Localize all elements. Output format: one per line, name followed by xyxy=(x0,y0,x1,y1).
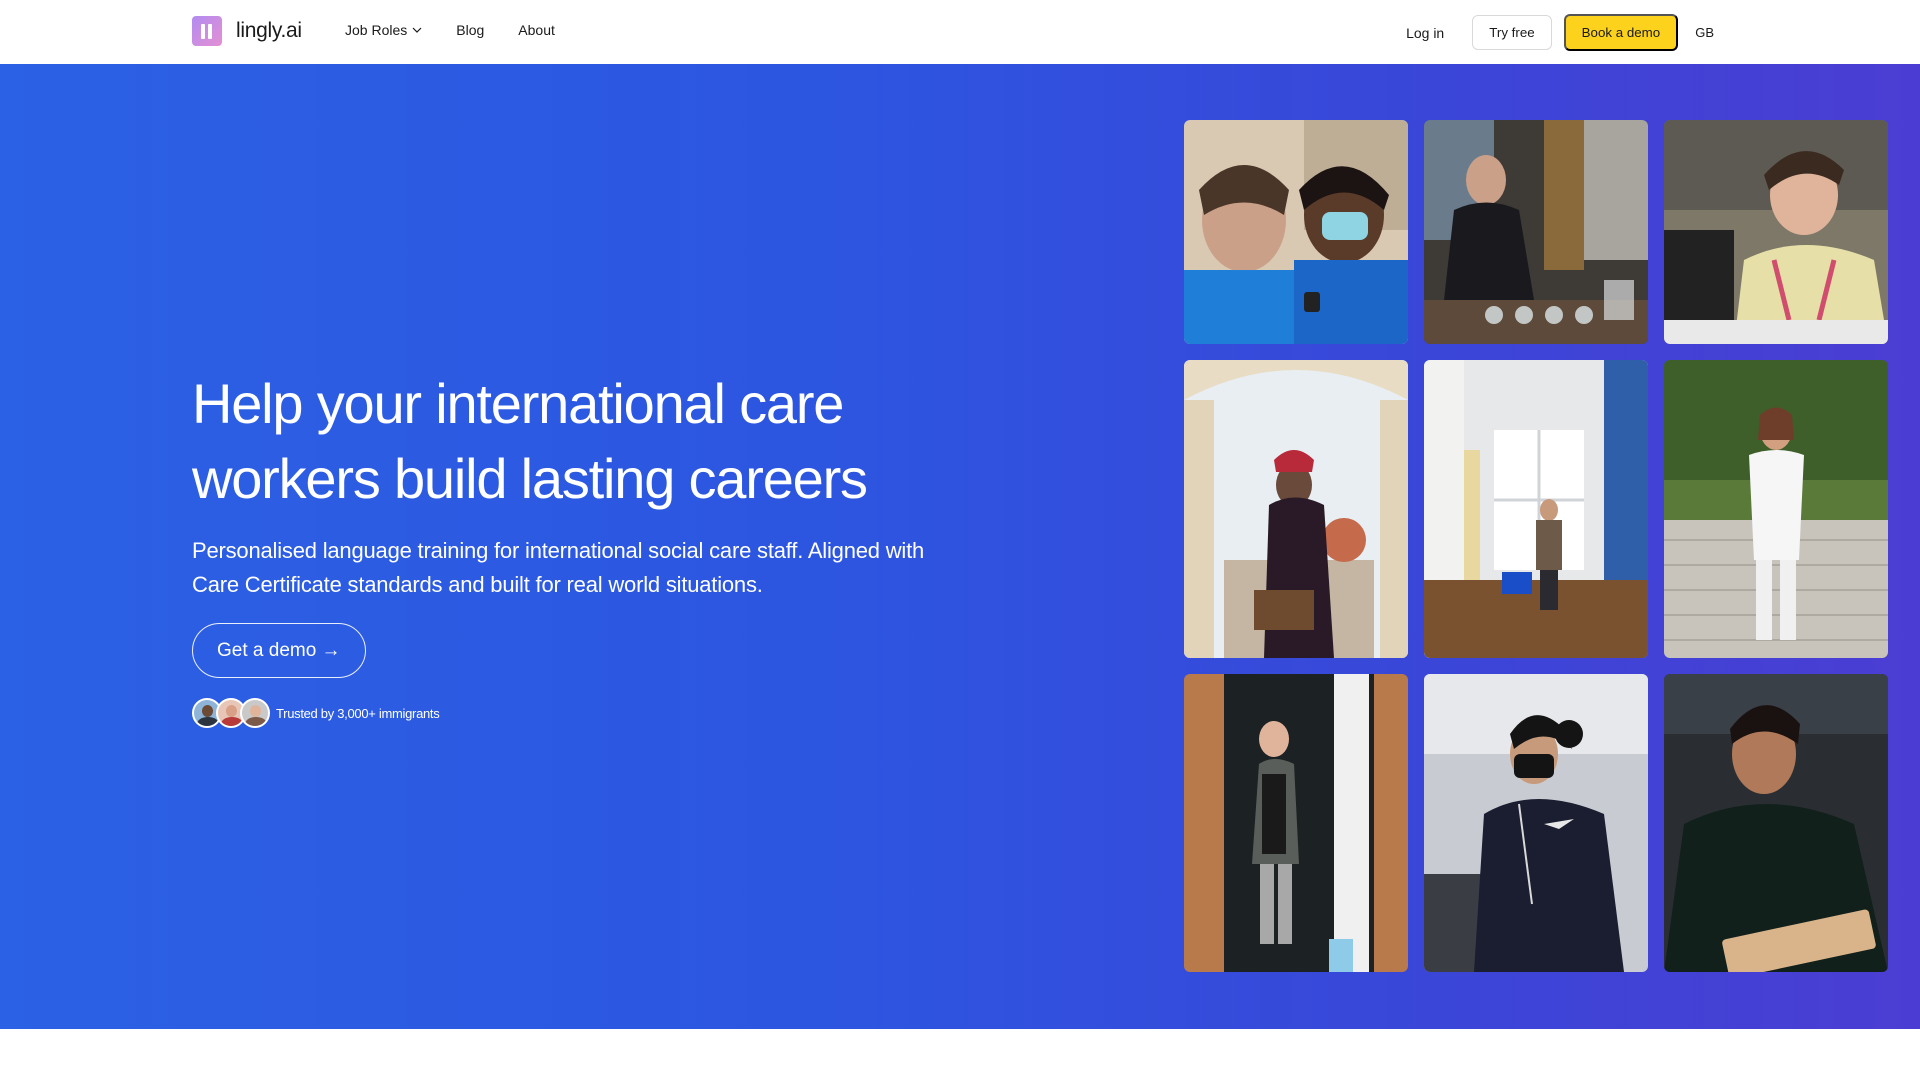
photo-nurse-patient xyxy=(1184,120,1408,344)
avatar-group xyxy=(192,698,270,728)
chevron-down-icon xyxy=(412,27,422,33)
page-below-hero xyxy=(0,1029,1920,1080)
avatar xyxy=(240,698,270,728)
photo-medic-smiling xyxy=(1664,120,1888,344)
main-nav: Job Roles Blog About xyxy=(345,22,555,38)
locale-selector[interactable]: GB xyxy=(1695,25,1714,40)
trust-text: Trusted by 3,000+ immigrants xyxy=(276,705,440,721)
photo-doorman-turban xyxy=(1184,360,1408,658)
photo-flight-attendant xyxy=(1424,674,1648,972)
nav-item-blog[interactable]: Blog xyxy=(456,22,484,38)
book-demo-button[interactable]: Book a demo xyxy=(1563,14,1679,51)
nav-item-job-roles[interactable]: Job Roles xyxy=(345,22,422,38)
nav-item-label: About xyxy=(518,22,555,38)
nav-item-label: Blog xyxy=(456,22,485,38)
get-demo-button[interactable]: Get a demo → xyxy=(192,623,366,678)
brand-logo[interactable]: lingly.ai xyxy=(192,16,302,46)
brand-name: lingly.ai xyxy=(236,19,302,42)
photo-cleaner-hallway xyxy=(1424,360,1648,658)
hero-title: Help your international care workers bui… xyxy=(192,372,868,510)
lingly-logo-icon xyxy=(192,16,222,46)
site-header: lingly.ai Job Roles Blog About Log in Tr… xyxy=(0,0,1920,64)
try-free-button[interactable]: Try free xyxy=(1472,15,1552,50)
nav-item-label: Job Roles xyxy=(345,22,408,38)
login-link[interactable]: Log in xyxy=(1390,16,1460,50)
hero-subtitle: Personalised language training for inter… xyxy=(192,538,925,597)
photo-doctor-stairs xyxy=(1664,360,1888,658)
trust-indicator: Trusted by 3,000+ immigrants xyxy=(192,698,440,728)
nav-item-about[interactable]: About xyxy=(518,22,555,38)
hero-section: Help your international care workers bui… xyxy=(0,64,1920,1029)
header-actions: Log in Try free Book a demo GB xyxy=(1390,14,1714,51)
photo-bartender xyxy=(1424,120,1648,344)
photo-waiter-smiling xyxy=(1664,674,1888,972)
photo-elderly-doorway xyxy=(1184,674,1408,972)
